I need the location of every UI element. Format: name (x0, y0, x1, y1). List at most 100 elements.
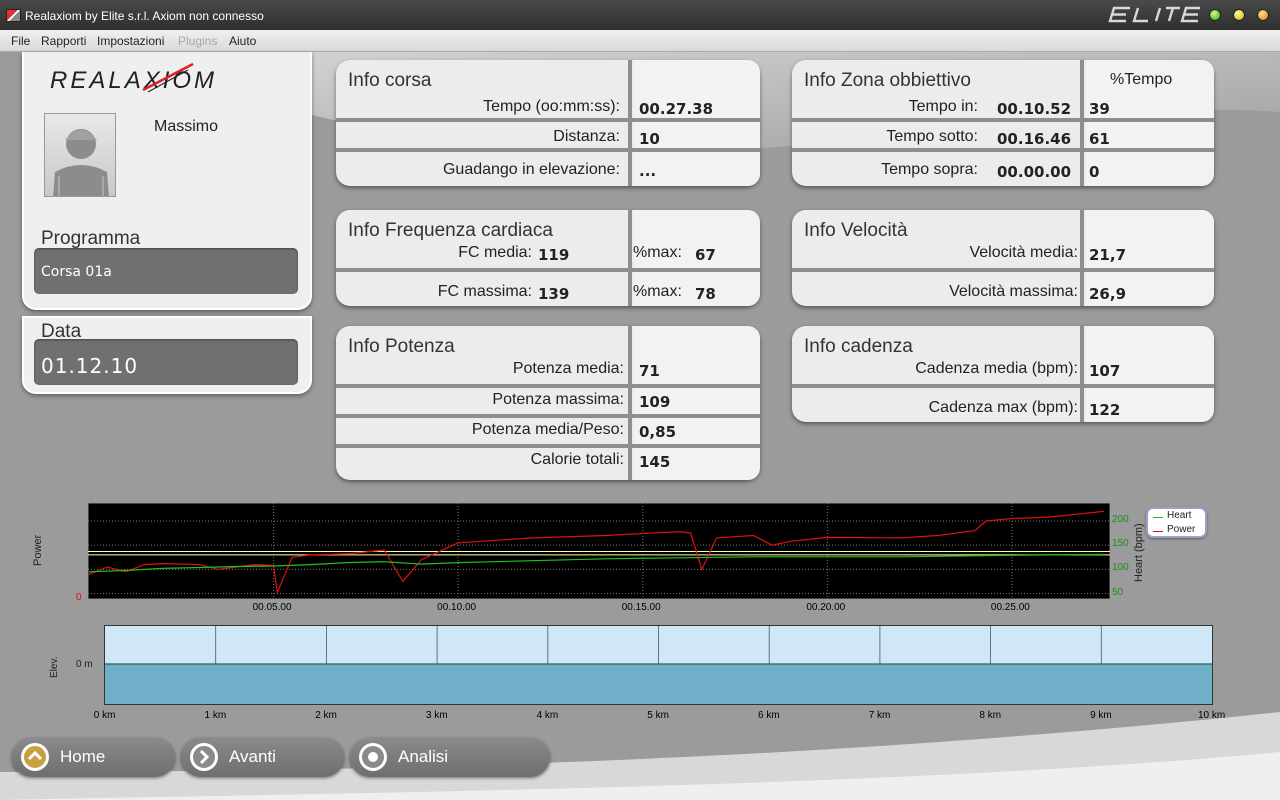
tempo-sotto-time: 00.16.46 (997, 130, 1072, 148)
divider (336, 444, 760, 448)
chevron-right-icon (190, 743, 218, 771)
cadenza-media-value: 107 (1089, 362, 1121, 380)
fc-media-pct: 67 (695, 246, 716, 264)
fc-massima-pct: 78 (695, 285, 716, 303)
window-title: Realaxiom by Elite s.r.l. Axiom non conn… (25, 9, 264, 23)
divider (628, 326, 632, 480)
cadenza-max-value: 122 (1089, 401, 1121, 419)
user-panel: REALAXIOM Massimo Programma Corsa 01a (22, 52, 312, 310)
divider (336, 414, 760, 418)
fc-massima-label: FC massima: (437, 283, 532, 300)
status-light-orange (1257, 9, 1269, 21)
elevazione-label: Guadango in elevazione: (442, 161, 620, 178)
fc-media-pct-label: %max: (633, 244, 682, 261)
avatar (44, 113, 116, 197)
power-axis-label: Power (32, 534, 44, 566)
realaxiom-logo: REALAXIOM (50, 62, 214, 94)
velocita-massima-label: Velocità massima: (949, 283, 1078, 300)
tempo-in-pct: 39 (1089, 100, 1110, 118)
program-field[interactable]: Corsa 01a (34, 248, 298, 294)
divider (336, 268, 760, 272)
divider (792, 384, 1214, 388)
km-tick-label: 2 km (315, 710, 337, 721)
tempo-in-label: Tempo in: (908, 98, 978, 115)
velocita-media-label: Velocità media: (969, 244, 1078, 261)
menu-aiuto[interactable]: Aiuto (229, 34, 256, 48)
info-cadenza-panel: Info cadenza Cadenza media (bpm): 107 Ca… (792, 326, 1214, 422)
info-potenza-title: Info Potenza (348, 336, 455, 357)
heart-tick-label: 200 (1112, 513, 1129, 525)
date-panel: Data 01.12.10 (22, 316, 312, 394)
divider (1080, 210, 1084, 306)
potenza-peso-label: Potenza media/Peso: (471, 421, 624, 438)
app-icon (6, 9, 21, 22)
menu-impostazioni[interactable]: Impostazioni (97, 34, 164, 48)
info-corsa-title: Info corsa (348, 70, 432, 91)
km-tick-label: 8 km (979, 710, 1002, 721)
distanza-value: 10 (639, 130, 660, 148)
menu-file[interactable]: File (11, 34, 30, 48)
info-fc-panel: Info Frequenza cardiaca FC media: 119 %m… (336, 210, 760, 306)
divider (792, 148, 1214, 152)
analisi-label: Analisi (398, 747, 449, 766)
tempo-sopra-label: Tempo sopra: (881, 161, 978, 178)
km-tick-label: 3 km (425, 710, 448, 721)
tempo-sopra-time: 00.00.00 (997, 163, 1072, 181)
legend-power: Power (1167, 524, 1196, 535)
cadenza-media-label: Cadenza media (bpm): (915, 360, 1078, 377)
tempo-label: Tempo (oo:mm:ss): (483, 98, 620, 115)
distanza-label: Distanza: (553, 128, 620, 145)
fc-massima-pct-label: %max: (633, 283, 682, 300)
legend-heart: Heart (1167, 510, 1192, 521)
divider (336, 118, 760, 122)
avanti-button[interactable]: Avanti (181, 738, 344, 777)
elevation-area (105, 664, 1212, 704)
program-label: Programma (41, 228, 141, 249)
velocita-massima-value: 26,9 (1089, 285, 1127, 303)
analisi-button[interactable]: Analisi (350, 738, 550, 777)
pct-tempo-header: %Tempo (1110, 71, 1173, 88)
divider (1080, 326, 1084, 422)
status-light-green (1209, 9, 1221, 21)
km-tick-label: 1 km (204, 710, 227, 721)
fc-media-label: FC media: (458, 244, 532, 261)
menu-rapporti[interactable]: Rapporti (41, 34, 86, 48)
potenza-massima-label: Potenza massima: (492, 391, 624, 408)
chevron-up-icon (21, 743, 49, 771)
tempo-in-time: 00.10.52 (997, 100, 1072, 118)
info-fc-title: Info Frequenza cardiaca (348, 220, 553, 241)
heart-axis-label: Heart (bpm) (1133, 523, 1145, 582)
elevazione-value: ... (639, 162, 657, 180)
info-velocita-title: Info Velocità (804, 220, 908, 241)
tempo-sopra-pct: 0 (1089, 163, 1100, 181)
info-zona-title: Info Zona obbiettivo (804, 70, 971, 91)
title-bar: Realaxiom by Elite s.r.l. Axiom non conn… (0, 0, 1280, 30)
tempo-value: 00.27.38 (639, 100, 714, 118)
x-tick-label: 00.05.00 (252, 602, 292, 613)
divider (628, 60, 632, 186)
elevation-chart[interactable] (104, 625, 1213, 705)
x-tick-label: 00.10.00 (437, 602, 477, 613)
heart-tick-label: 50 (1112, 586, 1124, 598)
divider (336, 148, 760, 152)
km-tick-label: 9 km (1090, 710, 1112, 721)
divider (628, 210, 632, 306)
user-name: Massimo (154, 118, 219, 135)
x-tick-label: 00.15.00 (621, 602, 661, 613)
x-tick-label: 00.20.00 (806, 602, 846, 613)
home-button[interactable]: Home (12, 738, 175, 777)
program-value: Corsa 01a (41, 264, 112, 280)
date-field[interactable]: 01.12.10 (34, 339, 298, 385)
km-tick-label: 6 km (758, 710, 780, 721)
divider (792, 268, 1214, 272)
info-potenza-panel: Info Potenza Potenza media: 71 Potenza m… (336, 326, 760, 480)
date-value: 01.12.10 (41, 354, 139, 378)
tempo-sotto-label: Tempo sotto: (886, 128, 978, 145)
calorie-value: 145 (639, 453, 671, 471)
heart-tick-label: 150 (1112, 538, 1129, 550)
info-zona-panel: Info Zona obbiettivo %Tempo Tempo in: 00… (792, 60, 1214, 186)
info-corsa-panel: Info corsa Tempo (oo:mm:ss): 00.27.38 Di… (336, 60, 760, 186)
potenza-media-value: 71 (639, 362, 660, 380)
potenza-peso-value: 0,85 (639, 423, 677, 441)
power-heart-chart[interactable] (88, 503, 1110, 599)
